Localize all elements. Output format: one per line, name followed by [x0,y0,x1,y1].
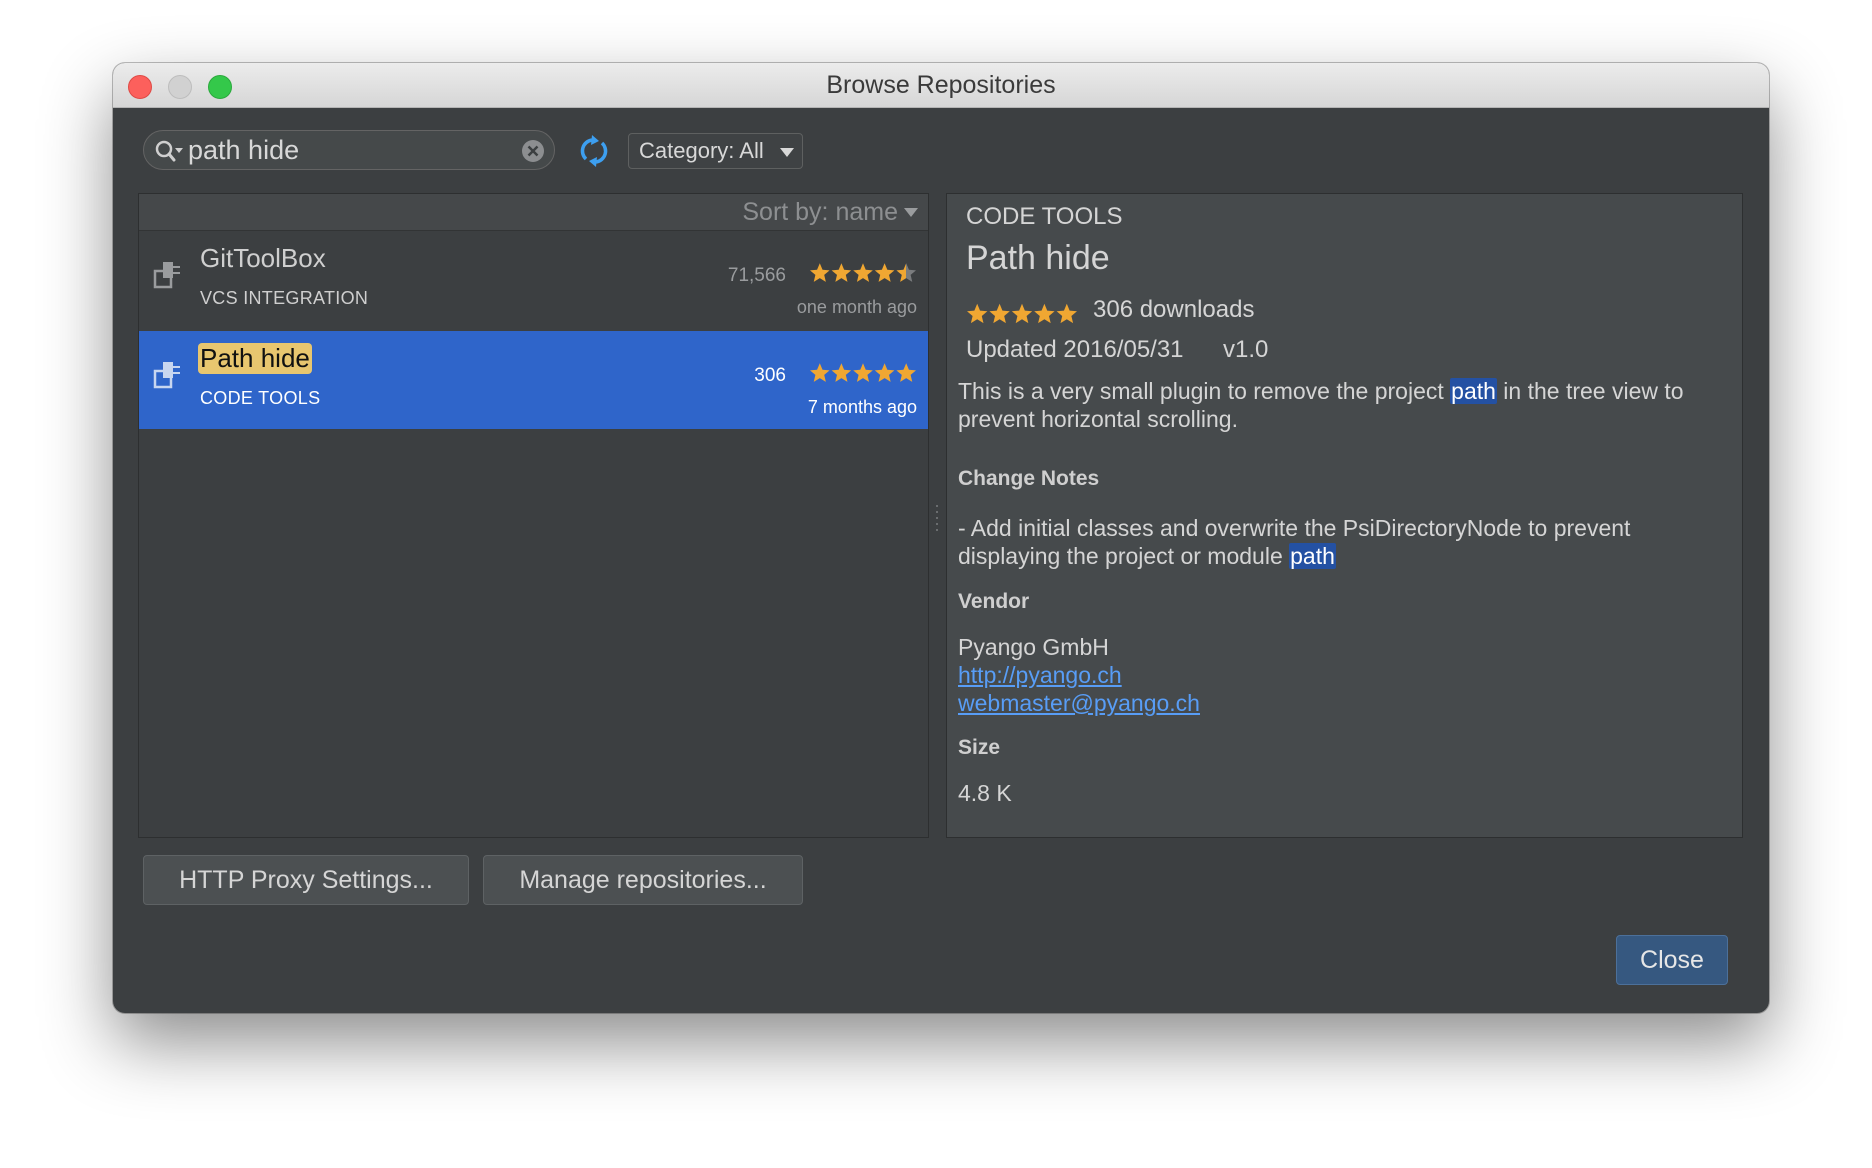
detail-version: v1.0 [1223,336,1269,363]
search-icon[interactable] [152,137,184,165]
plugin-updated: one month ago [796,297,917,317]
star-icon [831,363,852,382]
star-icon [853,363,873,382]
plugin-row-path-hide[interactable]: Path hide CODE TOOLS 306 7 months ago [139,331,928,429]
star-icon [989,303,1010,324]
change-notes-highlight: path [1289,543,1336,569]
chevron-down-icon [780,148,794,157]
detail-updated: Updated 2016/05/31 [966,336,1184,363]
size-heading: Size [958,736,1001,759]
plugin-category: VCS INTEGRATION [200,288,369,308]
detail-category: CODE TOOLS [966,203,1123,230]
plugin-downloads: 306 [754,365,786,386]
star-icon [874,363,895,382]
star-icon [1034,303,1055,324]
star-icon [896,263,916,282]
star-icon [1056,303,1077,324]
vendor-heading: Vendor [958,590,1030,613]
star-icon [810,363,830,382]
close-button[interactable]: Close [1616,935,1728,985]
detail-plugin-name: Path hide [966,239,1110,277]
search-input[interactable] [188,134,508,166]
detail-downloads: 306 downloads [1093,296,1255,323]
splitter-handle[interactable] [935,503,939,533]
star-icon [853,263,873,282]
vendor-url-link[interactable]: http://pyango.ch [958,662,1122,689]
sort-chevron-icon[interactable] [904,208,918,217]
star-icon [874,263,895,282]
rating-stars-icon [810,363,916,382]
star-icon [896,363,916,382]
category-dropdown[interactable]: Category: All [628,133,803,169]
star-icon [831,263,852,282]
browse-repositories-dialog: Browse Repositories Category: All Sort b… [113,63,1769,1013]
plugin-updated: 7 months ago [807,397,917,417]
change-notes-heading: Change Notes [958,467,1100,490]
star-icon [810,263,830,282]
refresh-icon[interactable] [577,134,611,168]
plugin-icon [153,362,180,389]
vendor-email-link[interactable]: webmaster@pyango.ch [958,690,1200,717]
http-proxy-settings-button[interactable]: HTTP Proxy Settings... [143,855,469,905]
vendor-name: Pyango GmbH [958,634,1109,660]
plugin-name: Path hide [198,343,312,374]
plugin-row-gittoolbox[interactable]: GitToolBox VCS INTEGRATION 71,566 one mo… [139,231,928,329]
plugin-category: CODE TOOLS [200,388,321,408]
rating-stars-icon [810,263,916,282]
plugin-list: Sort by: name GitToolBox VCS INTEGRATION… [138,193,929,838]
list-header: Sort by: name [139,194,928,231]
title-bar: Browse Repositories [113,63,1769,108]
plugin-detail-panel: CODE TOOLS Path hide 306 downloads Updat… [946,193,1743,838]
window-title: Browse Repositories [826,71,1056,99]
clear-search-icon[interactable] [520,138,546,164]
plugin-name: GitToolBox [200,243,326,273]
description-text: This is a very small plugin to remove th… [958,378,1451,404]
detail-description: This is a very small plugin to remove th… [958,377,1718,433]
plugin-icon [153,262,180,289]
detail-rating-stars-icon [967,303,1077,324]
sort-dropdown[interactable]: Sort by: name [742,194,898,230]
star-icon [1011,303,1033,324]
manage-repositories-button[interactable]: Manage repositories... [483,855,803,905]
search-field[interactable] [143,130,555,170]
category-label: Category: All [639,138,764,163]
star-icon [967,303,988,324]
change-notes: - Add initial classes and overwrite the … [958,514,1718,570]
plugin-downloads: 71,566 [727,265,786,286]
size-value: 4.8 K [958,780,1012,806]
description-highlight: path [1450,378,1497,404]
